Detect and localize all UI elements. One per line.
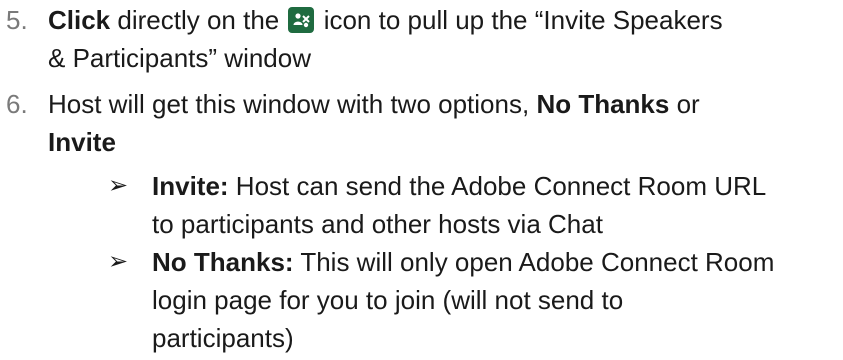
bullet-no-thanks-line-2: login page for you to join (will not sen… [152,282,623,318]
invite-participants-icon [288,7,315,33]
step-5-line-1: 5. Click directly on the icon to pull up … [0,2,723,38]
document-page: 5. Click directly on the icon to pull up … [0,0,843,360]
bullet-no-thanks-label: No Thanks: [152,247,294,277]
step-number: 6. [6,89,28,119]
step-5-bold-lead: Click [48,5,111,35]
step-6-tail: or [669,89,700,119]
arrow-bullet-icon: ➢ [108,172,129,199]
bullet-invite-line-1: Invite: Host can send the Adobe Connect … [152,168,766,204]
bullet-no-thanks-text-3: participants) [152,323,294,353]
bullet-invite-text: Host can send the Adobe Connect Room URL [228,171,767,201]
step-5-continuation: & Participants” window [48,43,311,73]
step-number: 5. [6,5,28,35]
step-6-bold-invite: Invite [48,127,116,157]
bullet-invite-label: Invite: [152,171,229,201]
step-6-text: Host will get this window with two optio… [48,89,537,119]
step-6-line-1: 6. Host will get this window with two opt… [0,86,700,122]
bullet-invite-line-2: to participants and other hosts via Chat [152,206,603,242]
bullet-no-thanks-text-2: login page for you to join (will not sen… [152,285,624,315]
arrow-bullet-icon: ➢ [108,248,129,275]
step-5-text-after-icon: icon to pull up the “Invite Speakers [316,5,723,35]
bullet-no-thanks-line-3: participants) [152,320,294,356]
bullet-invite-text-2: to participants and other hosts via Chat [152,209,603,239]
step-5-line-2: & Participants” window [48,40,311,76]
step-6-bold-no-thanks: No Thanks [536,89,670,119]
step-5-text: directly on the [110,5,287,35]
bullet-no-thanks-line-1: No Thanks: This will only open Adobe Con… [152,244,774,280]
bullet-no-thanks-text: This will only open Adobe Connect Room [293,247,775,277]
step-6-line-2: Invite [48,124,116,160]
